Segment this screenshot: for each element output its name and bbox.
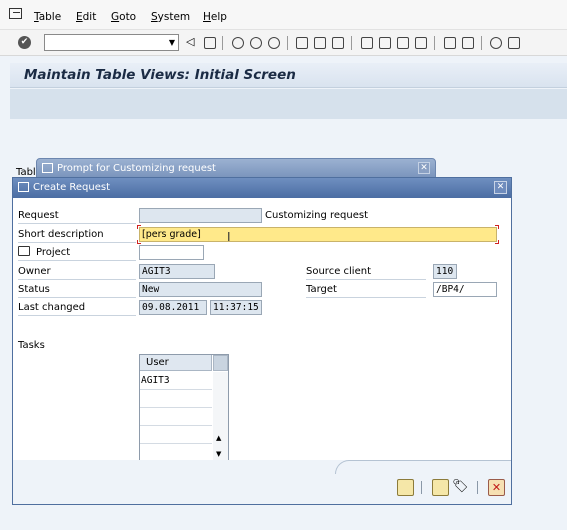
sap-system-icon[interactable]: [9, 8, 22, 19]
close-icon[interactable]: ✕: [494, 181, 507, 194]
table-row[interactable]: [140, 408, 212, 426]
create-session-icon[interactable]: [444, 37, 456, 49]
select-all-column[interactable]: [213, 355, 228, 371]
cancel-icon[interactable]: [268, 37, 280, 49]
page-title: Maintain Table Views: Initial Screen: [24, 67, 296, 83]
request-type-text: Customizing request: [265, 210, 368, 221]
next-page-icon[interactable]: [397, 37, 409, 49]
cancel-x-icon[interactable]: ✕: [488, 479, 505, 496]
last-changed-date-field: 09.08.2011: [139, 300, 207, 315]
create-request-dialog: Create Request ✕ Request Customizing req…: [12, 177, 512, 505]
project-icon[interactable]: [18, 246, 30, 256]
menu-goto[interactable]: Goto: [111, 11, 136, 23]
dialog-titlebar: Create Request ✕: [13, 178, 511, 198]
toolbar-separator: [287, 36, 288, 50]
back-arrow-icon[interactable]: ◁: [186, 35, 198, 48]
request-field: [139, 208, 262, 223]
required-marker: [137, 240, 141, 244]
menu-help[interactable]: Help: [203, 11, 227, 23]
request-label: Request: [18, 210, 59, 221]
footer-divider: [335, 460, 511, 474]
project-label: Project: [36, 247, 71, 258]
last-changed-label: Last changed: [18, 302, 86, 313]
required-marker: [137, 225, 141, 229]
table-row[interactable]: [140, 390, 212, 408]
source-client-field: 110: [433, 264, 457, 279]
scroll-down-icon[interactable]: ▼: [216, 450, 221, 458]
tag-icon[interactable]: 🏷: [452, 479, 469, 496]
tasks-table: User AGIT3 ▲ ▼: [139, 354, 229, 463]
last-page-icon[interactable]: [415, 37, 427, 49]
label-underline: [18, 315, 136, 316]
text-cursor-icon: I: [227, 230, 231, 244]
toolbar-separator: [434, 36, 435, 50]
exit-icon[interactable]: [250, 37, 262, 49]
target-input[interactable]: /BP4/: [433, 282, 497, 297]
find-icon[interactable]: [314, 37, 326, 49]
prompt-dialog-title: Prompt for Customizing request: [57, 163, 216, 174]
find-next-icon[interactable]: [332, 37, 344, 49]
short-description-input[interactable]: [pers grade]: [139, 227, 497, 242]
table-row[interactable]: [140, 426, 212, 444]
application-toolbar: [10, 89, 567, 119]
command-input[interactable]: [45, 35, 163, 50]
menu-system[interactable]: System: [151, 11, 190, 23]
required-marker: [495, 240, 499, 244]
last-changed-time-field: 11:37:15: [210, 300, 262, 315]
owner-field: AGIT3: [139, 264, 215, 279]
dialog-body: Request Customizing request Short descri…: [13, 198, 511, 463]
toolbar-separator: [481, 36, 482, 50]
footer-separator: [477, 481, 478, 494]
footer-separator: [421, 481, 422, 494]
print-icon[interactable]: [296, 37, 308, 49]
target-label: Target: [306, 284, 337, 295]
source-client-label: Source client: [306, 266, 371, 277]
shortcut-icon[interactable]: [462, 37, 474, 49]
status-label: Status: [18, 284, 50, 295]
column-header-user[interactable]: User: [140, 355, 212, 371]
menu-table[interactable]: Table: [34, 11, 61, 23]
label-underline: [18, 279, 136, 280]
required-marker: [495, 225, 499, 229]
dialog-footer: 🏷 ✕: [13, 460, 511, 504]
first-page-icon[interactable]: [361, 37, 373, 49]
prompt-dialog-titlebar: Prompt for Customizing request ✕: [36, 158, 436, 178]
dialog-icon: [18, 182, 29, 192]
status-field: New: [139, 282, 262, 297]
label-underline: [18, 242, 136, 243]
toolbar-separator: [222, 36, 223, 50]
screen-title-bar: Maintain Table Views: Initial Screen: [10, 63, 567, 88]
toolbar-separator: [351, 36, 352, 50]
table-row[interactable]: AGIT3: [140, 372, 212, 390]
save-transport-button[interactable]: [432, 479, 449, 496]
dialog-icon: [42, 163, 53, 173]
table-scrollbar[interactable]: ▲ ▼: [213, 372, 228, 462]
layout-icon[interactable]: [508, 37, 520, 49]
project-input[interactable]: [139, 245, 204, 260]
label-underline: [18, 297, 136, 298]
help-icon[interactable]: [490, 37, 502, 49]
chevron-down-icon[interactable]: ▼: [169, 38, 175, 47]
back-icon[interactable]: [232, 37, 244, 49]
label-underline: [18, 260, 136, 261]
menu-edit[interactable]: Edit: [76, 11, 96, 23]
label-underline: [306, 279, 426, 280]
previous-page-icon[interactable]: [379, 37, 391, 49]
save-request-button[interactable]: [397, 479, 414, 496]
owner-label: Owner: [18, 266, 51, 277]
label-underline: [18, 223, 136, 224]
command-field[interactable]: ▼: [44, 34, 179, 51]
menu-bar: Table Edit Goto System Help: [0, 0, 567, 30]
enter-icon[interactable]: ✔: [18, 36, 31, 49]
save-icon[interactable]: [204, 37, 216, 49]
label-underline: [306, 297, 426, 298]
scroll-up-icon[interactable]: ▲: [216, 434, 221, 442]
tasks-label: Tasks: [18, 340, 45, 351]
close-icon[interactable]: ✕: [418, 162, 430, 174]
dialog-title: Create Request: [33, 182, 111, 193]
standard-toolbar: ✔ ▼ ◁: [0, 30, 567, 56]
short-description-label: Short description: [18, 229, 104, 240]
